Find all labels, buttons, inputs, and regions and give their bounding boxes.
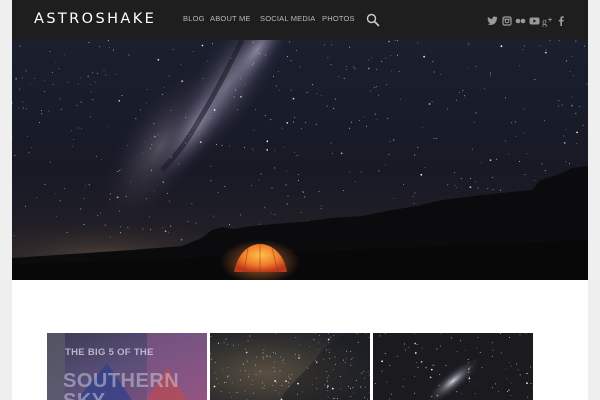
top-navbar: ASTROSHAKE BLOG ABOUT ME SOCIAL MEDIA PH… <box>12 0 588 40</box>
nav-item-photos[interactable]: PHOTOS <box>322 14 355 24</box>
twitter-icon[interactable] <box>487 14 498 26</box>
facebook-icon[interactable] <box>557 14 565 26</box>
thumbnail-galaxy[interactable] <box>373 333 533 400</box>
thumbnail-star-field[interactable] <box>210 333 370 400</box>
thumbnail-title-line2: SOUTHERN SKY <box>63 370 180 400</box>
hero-image <box>12 40 588 280</box>
svg-text:+: + <box>548 17 552 24</box>
youtube-icon[interactable] <box>529 14 540 26</box>
search-icon[interactable] <box>366 13 380 27</box>
nav-item-blog[interactable]: BLOG <box>183 14 205 24</box>
page: ASTROSHAKE BLOG ABOUT ME SOCIAL MEDIA PH… <box>12 0 588 400</box>
thumbnail-big-5-southern-sky[interactable]: THE BIG 5 OF THE SOUTHERN SKY <box>47 333 207 400</box>
instagram-icon[interactable] <box>502 14 512 26</box>
svg-text:g: g <box>542 17 547 27</box>
google-plus-icon[interactable]: g + <box>542 14 554 28</box>
site-logo[interactable]: ASTROSHAKE <box>34 10 156 28</box>
thumbnail-title-line1: THE BIG 5 OF THE <box>65 347 154 358</box>
nav-item-social-media[interactable]: SOCIAL MEDIA <box>260 14 315 24</box>
nav-item-about-me[interactable]: ABOUT ME <box>210 14 251 24</box>
flickr-icon[interactable] <box>515 14 526 26</box>
